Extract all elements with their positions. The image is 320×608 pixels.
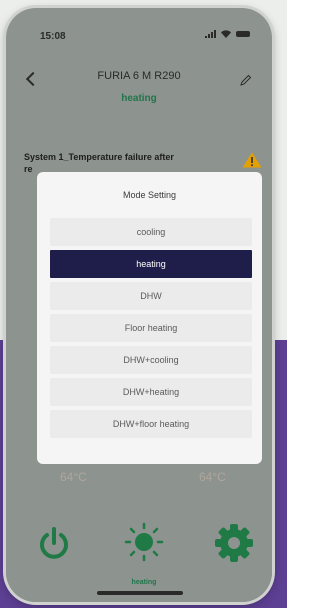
mode-option-dhw-floor-heating[interactable]: DHW+floor heating [50, 410, 252, 438]
nav-bar: FURIA 6 M R290 heating [6, 48, 272, 108]
status-time: 15:08 [40, 31, 66, 42]
wifi-icon [221, 30, 231, 38]
page-title: FURIA 6 M R290 [97, 70, 181, 82]
mode-option-heating[interactable]: heating [50, 250, 252, 278]
page-subtitle-mode: heating [121, 93, 157, 104]
power-icon[interactable] [36, 526, 72, 562]
battery-icon [236, 31, 250, 37]
mode-option-cooling[interactable]: cooling [50, 218, 252, 246]
dialog-title: Mode Setting [122, 190, 177, 200]
warning-icon[interactable] [242, 152, 262, 168]
sun-mode-icon[interactable] [122, 520, 166, 564]
mode-setting-dialog: Mode Setting cooling heating DHW Floor h… [37, 172, 262, 464]
alert-message-cont: re [24, 164, 33, 174]
mode-option-dhw-heating[interactable]: DHW+heating [50, 378, 252, 406]
mode-option-floor-heating[interactable]: Floor heating [50, 314, 252, 342]
signal-icon [205, 30, 216, 38]
settings-gear-icon[interactable] [213, 522, 255, 564]
phone-screen: 15:08 FURIA 6 M R290 heating System 1_Te… [6, 8, 272, 602]
status-bar: 15:08 [6, 8, 272, 48]
temperature-right: 64°C [199, 470, 226, 484]
edit-icon[interactable] [240, 74, 252, 86]
mode-option-dhw[interactable]: DHW [50, 282, 252, 310]
status-icons [205, 30, 250, 38]
alert-message: System 1_Temperature failure after [24, 152, 174, 162]
temperature-left: 64°C [60, 470, 87, 484]
mode-label: heating [131, 579, 157, 586]
mode-list: cooling heating DHW Floor heating DHW+co… [50, 218, 252, 442]
mode-option-dhw-cooling[interactable]: DHW+cooling [50, 346, 252, 374]
home-indicator [97, 591, 183, 595]
